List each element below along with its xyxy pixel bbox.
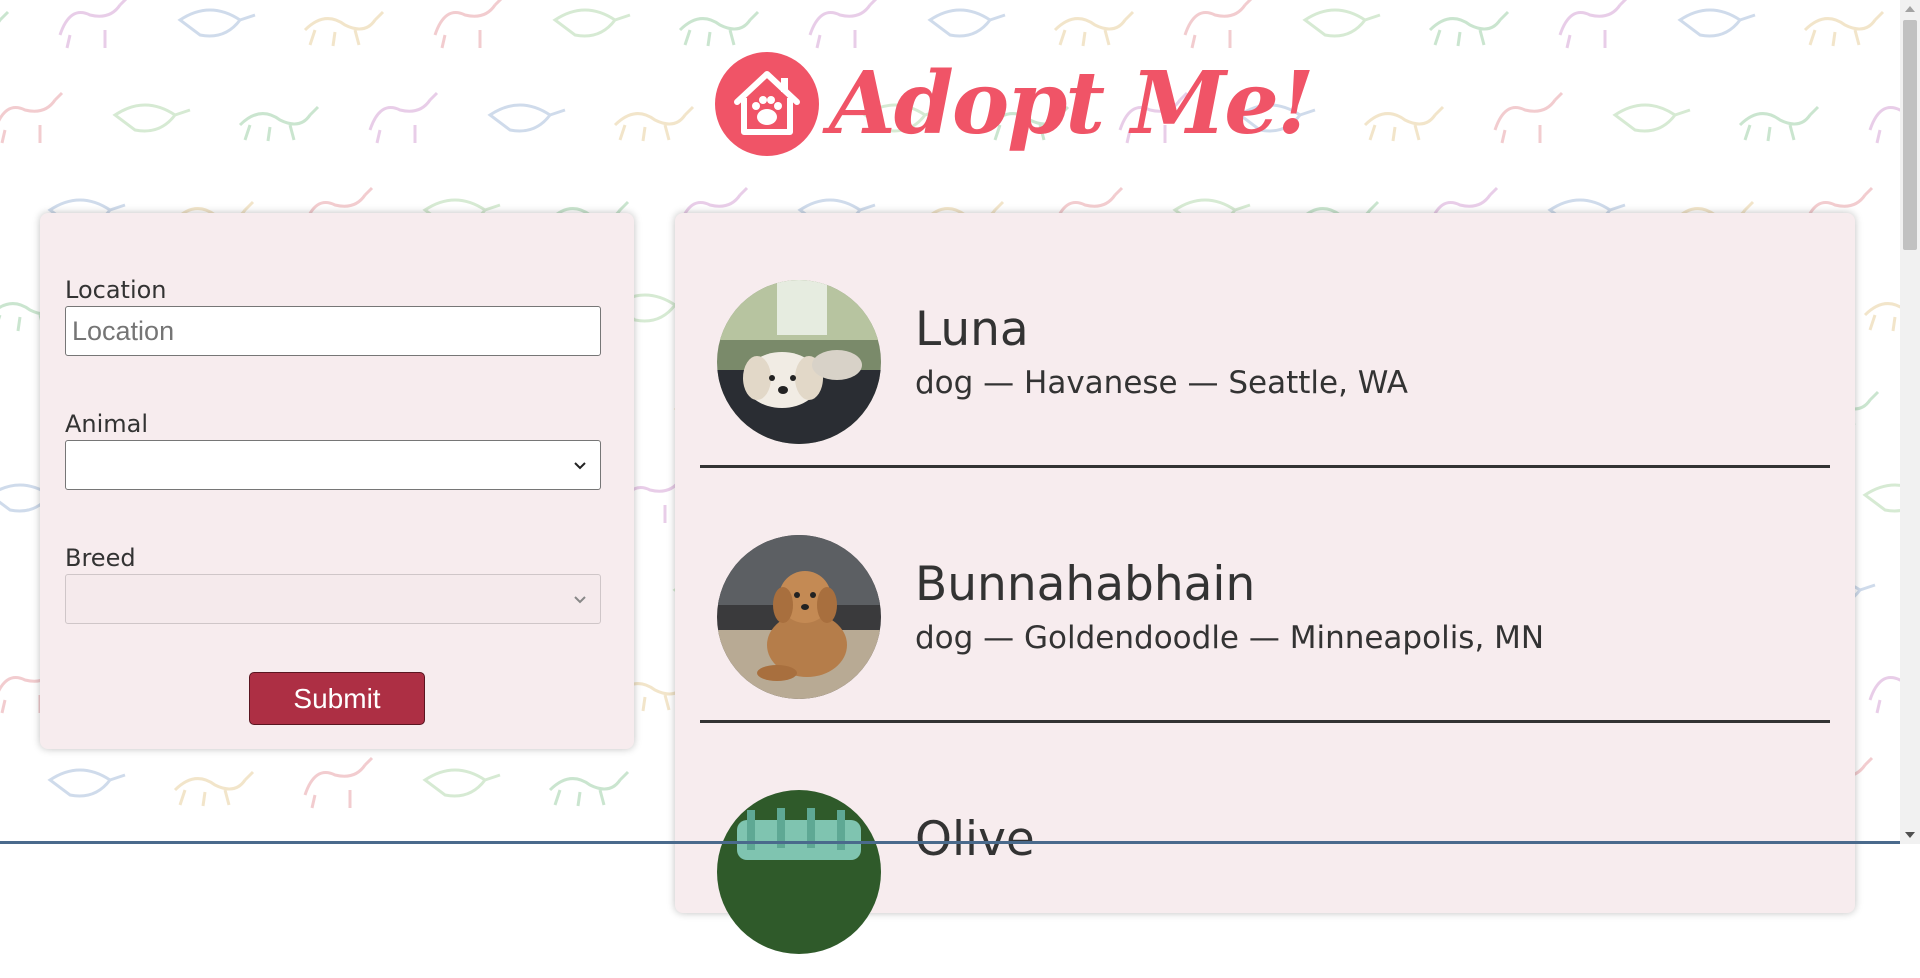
background-animal-icon — [540, 750, 630, 810]
house-paw-icon — [715, 52, 819, 156]
animal-label: Animal — [65, 410, 149, 438]
pet-photo — [717, 280, 881, 444]
pet-photo — [717, 790, 881, 954]
scroll-up-arrow-icon[interactable] — [1905, 6, 1915, 12]
breed-label: Breed — [65, 544, 136, 572]
background-animal-icon — [290, 750, 380, 810]
submit-button[interactable]: Submit — [249, 672, 425, 725]
page-scrollbar[interactable] — [1900, 0, 1920, 844]
scroll-down-arrow-icon[interactable] — [1905, 832, 1915, 838]
pet-card[interactable]: Olive — [700, 723, 1830, 978]
scroll-thumb[interactable] — [1903, 20, 1917, 250]
background-animal-icon — [40, 750, 130, 810]
animal-select[interactable] — [65, 440, 601, 490]
chevron-down-icon — [574, 596, 586, 604]
header: Adopt Me! — [0, 0, 1900, 200]
background-animal-icon — [165, 750, 255, 810]
pet-card[interactable]: Luna dog — Havanese — Seattle, WA — [700, 213, 1830, 468]
pet-name: Olive — [915, 812, 1035, 867]
pet-info: dog — Havanese — Seattle, WA — [915, 365, 1408, 401]
pet-info: dog — Goldendoodle — Minneapolis, MN — [915, 620, 1545, 656]
location-label: Location — [65, 276, 167, 304]
location-input[interactable] — [65, 306, 601, 356]
pet-name: Luna — [915, 302, 1029, 357]
pet-name: Bunnahabhain — [915, 557, 1256, 612]
pet-card[interactable]: Bunnahabhain dog — Goldendoodle — Minnea… — [700, 468, 1830, 723]
logo-link[interactable]: Adopt Me! — [715, 52, 1315, 156]
results-list: Luna dog — Havanese — Seattle, WA Bunnah… — [675, 213, 1855, 954]
logo-text: Adopt Me! — [829, 53, 1315, 154]
chevron-down-icon — [574, 462, 586, 470]
search-form: Location Animal Breed Submit — [40, 213, 634, 749]
pet-photo — [717, 535, 881, 699]
breed-select[interactable] — [65, 574, 601, 624]
background-animal-icon — [415, 750, 505, 810]
